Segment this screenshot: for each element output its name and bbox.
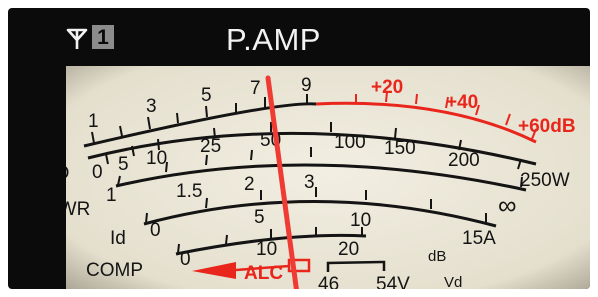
po-label-100: 100	[334, 132, 366, 153]
id-scale-name: Id	[110, 228, 126, 249]
meter-panel: 1 P.AMP WR Id COMP 1 3 5 7 9 +20 +40 +60…	[8, 8, 590, 289]
po-label-150: 150	[384, 138, 416, 159]
s-over-label-60: +60dB	[518, 116, 576, 137]
alc-label: ALC	[244, 263, 283, 284]
s-label-1: 1	[88, 111, 99, 132]
po-label-200: 200	[448, 150, 480, 171]
vd-label-54v: 54V	[376, 274, 410, 289]
swr-label-infinity: ∞	[498, 190, 517, 220]
s-over-label-20: +20	[371, 77, 403, 98]
face-background	[66, 66, 590, 289]
meter-svg: S PO SWR Id COMP 1 3 5 7 9 +20 +40 +60dB…	[66, 66, 590, 289]
vd-label-46: 46	[318, 274, 339, 289]
page-title: P.AMP	[226, 22, 321, 57]
po-label-0: 0	[92, 162, 103, 183]
comp-label-20: 20	[338, 239, 359, 260]
po-label-25: 25	[200, 136, 221, 157]
antenna-icon	[66, 28, 88, 49]
s-label-9: 9	[301, 75, 312, 96]
comp-label-db: dB	[428, 248, 446, 265]
po-label-250w: 250W	[520, 170, 570, 191]
po-label-5: 5	[118, 154, 129, 175]
s-label-3: 3	[146, 96, 157, 117]
id-label-0: 0	[150, 220, 161, 241]
swr-label-1: 1	[106, 185, 117, 206]
swr-scale-name: SWR	[66, 199, 90, 220]
po-scale-name: PO	[66, 163, 69, 184]
swr-label-1-5: 1.5	[176, 181, 202, 202]
vd-scale-name: Vd	[444, 274, 462, 289]
swr-label-3: 3	[304, 172, 315, 193]
comp-label-0: 0	[180, 249, 191, 270]
s-label-5: 5	[201, 85, 212, 106]
id-label-10: 10	[350, 210, 371, 231]
comp-scale-name: COMP	[86, 260, 143, 281]
po-label-10: 10	[146, 148, 167, 169]
id-label-15a: 15A	[462, 228, 496, 249]
meter-header: 1 P.AMP	[8, 8, 590, 60]
id-label-5: 5	[254, 207, 265, 228]
s-label-7: 7	[250, 78, 261, 99]
analog-meter-face: S PO SWR Id COMP 1 3 5 7 9 +20 +40 +60dB…	[66, 66, 590, 289]
vfo-badge: 1	[92, 25, 114, 49]
swr-label-2: 2	[244, 174, 255, 195]
s-over-label-40: +40	[446, 92, 478, 113]
comp-label-10: 10	[256, 239, 277, 260]
